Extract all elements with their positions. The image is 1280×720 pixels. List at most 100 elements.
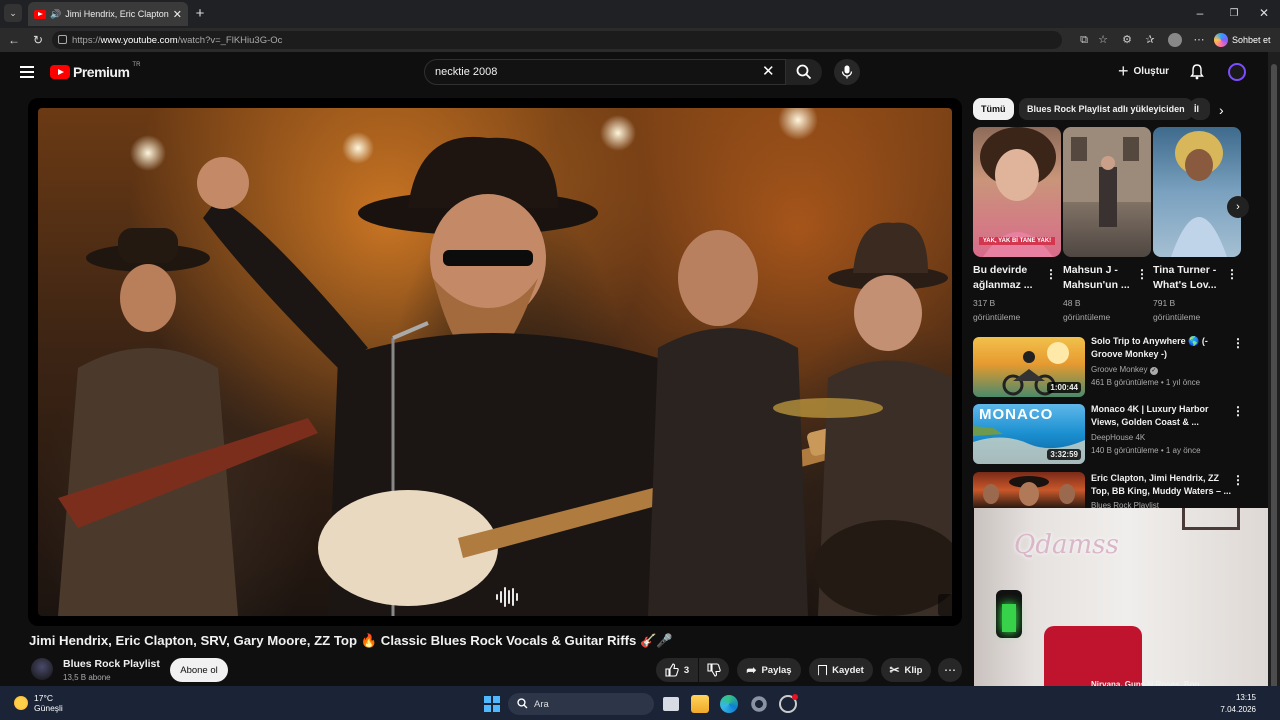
like-count: 3 <box>683 664 690 676</box>
webcam-overlay: Qdamss <box>974 508 1280 686</box>
speaker-icon[interactable]: 🔊 <box>50 9 61 20</box>
search-input[interactable]: necktie 2008 <box>424 59 786 85</box>
read-aloud-icon[interactable]: ⧉ <box>1077 33 1091 47</box>
url-field[interactable]: https://www.youtube.com/watch?v=_FlKHiu3… <box>52 31 1062 49</box>
shorts-next-button[interactable]: › <box>1227 196 1249 218</box>
like-button[interactable]: 3 <box>656 658 698 682</box>
channel-watermark[interactable] <box>938 594 960 616</box>
short-title-line2: ağlanmaz ... <box>973 279 1033 291</box>
channel-avatar[interactable] <box>31 658 53 680</box>
file-explorer-icon[interactable] <box>691 695 709 713</box>
clear-search-icon[interactable]: ✕ <box>762 64 775 80</box>
short-thumbnail[interactable] <box>1063 127 1151 257</box>
related-title[interactable]: Eric Clapton, Jimi Hendrix, ZZ Top, BB K… <box>1091 472 1231 498</box>
short-menu-icon[interactable]: ⋮ <box>1136 267 1148 281</box>
short-thumbnail[interactable] <box>1153 127 1241 257</box>
subscriber-count: 13,5 B abone <box>63 673 111 682</box>
tab-close-icon[interactable]: ✕ <box>173 8 182 21</box>
related-meta: 140 B görüntüleme • 1 ay önce <box>1091 446 1201 455</box>
copilot-chat-button[interactable]: Sohbet et <box>1214 31 1271 49</box>
favorite-star-icon[interactable]: ☆ <box>1096 33 1110 47</box>
related-channel[interactable]: Blues Rock Playlist <box>1091 499 1159 508</box>
page-scrollbar[interactable] <box>1268 52 1280 704</box>
weather-temp: 17°C <box>34 693 53 703</box>
edge-browser-icon[interactable] <box>720 695 738 713</box>
settings-gear-icon[interactable] <box>750 695 768 713</box>
menu-icon[interactable] <box>20 66 34 78</box>
short-title[interactable]: Tina Turner - What's Lov... <box>1153 263 1223 293</box>
chat-label: Sohbet et <box>1232 35 1271 45</box>
related-thumbnail[interactable]: 1:00:44 <box>973 337 1085 397</box>
url-prefix: https:// <box>72 34 101 46</box>
video-player[interactable] <box>28 98 962 626</box>
youtube-logo[interactable]: Premium TR <box>50 62 140 80</box>
clip-button[interactable]: ✂ Klip <box>881 658 931 682</box>
related-thumbnail[interactable] <box>973 472 1085 508</box>
search-button[interactable] <box>786 59 822 85</box>
short-views: 48 B görüntüleme <box>1063 296 1143 324</box>
short-title[interactable]: Mahsun J - Mahsun'un ... <box>1063 263 1133 293</box>
related-title[interactable]: Monaco 4K | Luxury Harbor Views, Golden … <box>1091 403 1231 429</box>
site-info-icon[interactable] <box>58 35 67 44</box>
logo-text: Premium <box>73 64 130 80</box>
youtube-play-icon <box>50 65 70 79</box>
more-menu-icon[interactable]: ⋯ <box>1192 33 1206 47</box>
save-label: Kaydet <box>832 664 864 676</box>
chips-next-chevron-icon[interactable]: › <box>1219 102 1224 118</box>
related-menu-icon[interactable]: ⋮ <box>1232 404 1244 418</box>
account-avatar[interactable] <box>1228 63 1246 81</box>
back-icon[interactable]: ← <box>6 32 22 48</box>
reload-icon[interactable]: ↻ <box>30 32 46 48</box>
related-title[interactable]: Solo Trip to Anywhere 🌎 (- Groove Monkey… <box>1091 335 1231 361</box>
browser-tab[interactable]: 🔊 Jimi Hendrix, Eric Clapton, SR ✕ <box>28 2 188 26</box>
scrollbar-thumb[interactable] <box>1271 64 1277 704</box>
chip-all[interactable]: Tümü <box>973 98 1014 120</box>
related-thumbnail[interactable]: MONACO 3:32:59 <box>973 404 1085 464</box>
short-title-line1: Tina Turner - <box>1153 264 1217 276</box>
short-view-count: 791 B <box>1153 298 1176 308</box>
short-menu-icon[interactable]: ⋮ <box>1226 267 1238 281</box>
system-clock[interactable]: 13:15 7.04.2026 <box>1220 692 1256 716</box>
voice-search-button[interactable] <box>834 59 860 85</box>
blues-band-art <box>983 476 1075 506</box>
green-lamp <box>996 590 1022 638</box>
more-actions-button[interactable]: ⋯ <box>938 658 962 682</box>
channel-name[interactable]: Blues Rock Playlist <box>63 658 160 670</box>
dislike-button[interactable] <box>699 658 729 682</box>
task-view-icon[interactable] <box>663 697 679 711</box>
short-menu-icon[interactable]: ⋮ <box>1045 267 1057 281</box>
tab-list-button[interactable]: ⌄ <box>4 4 22 22</box>
taskbar-search[interactable]: Ara <box>508 693 654 715</box>
favorites-icon[interactable]: ✰ <box>1143 33 1157 47</box>
create-button[interactable]: + Oluştur <box>1118 62 1169 80</box>
youtube-favicon-icon <box>34 9 46 19</box>
video-duration: 3:32:59 <box>1047 449 1081 460</box>
chip-partial[interactable]: İl <box>1190 98 1210 120</box>
notifications-bell-icon[interactable] <box>1190 64 1204 80</box>
maximize-button[interactable]: ❐ <box>1226 5 1242 21</box>
share-button[interactable]: ➦ Paylaş <box>737 658 801 682</box>
related-menu-icon[interactable]: ⋮ <box>1232 473 1244 487</box>
profile-icon[interactable] <box>1168 33 1182 47</box>
audio-waveform-icon <box>496 587 518 607</box>
save-button[interactable]: Kaydet <box>809 658 873 682</box>
browser-tab-bar: ⌄ 🔊 Jimi Hendrix, Eric Clapton, SR ✕ + –… <box>0 0 1280 28</box>
chip-from-uploader[interactable]: Blues Rock Playlist adlı yükleyiciden <box>1019 98 1193 120</box>
weather-widget[interactable]: 17°C Güneşli <box>14 693 63 713</box>
short-view-label: görüntüleme <box>1063 312 1111 322</box>
short-view-count: 317 B <box>973 298 996 308</box>
subscribe-button[interactable]: Abone ol <box>170 658 228 682</box>
related-channel-name[interactable]: Groove Monkey <box>1091 365 1147 374</box>
related-menu-icon[interactable]: ⋮ <box>1232 336 1244 350</box>
clip-label: Klip <box>904 664 923 676</box>
close-window-button[interactable]: ✕ <box>1256 5 1272 21</box>
sun-icon <box>14 696 28 710</box>
minimize-button[interactable]: – <box>1192 5 1208 21</box>
new-tab-button[interactable]: + <box>192 5 208 22</box>
short-title[interactable]: Bu devirde ağlanmaz ... <box>973 263 1043 293</box>
related-channel[interactable]: DeepHouse 4K <box>1091 431 1145 444</box>
video-frame[interactable] <box>38 108 960 616</box>
extensions-icon[interactable]: ⚙ <box>1120 33 1134 47</box>
short-thumbnail[interactable]: YAK, YAK Bİ TANE YAK! <box>973 127 1061 257</box>
start-button[interactable] <box>484 696 500 712</box>
